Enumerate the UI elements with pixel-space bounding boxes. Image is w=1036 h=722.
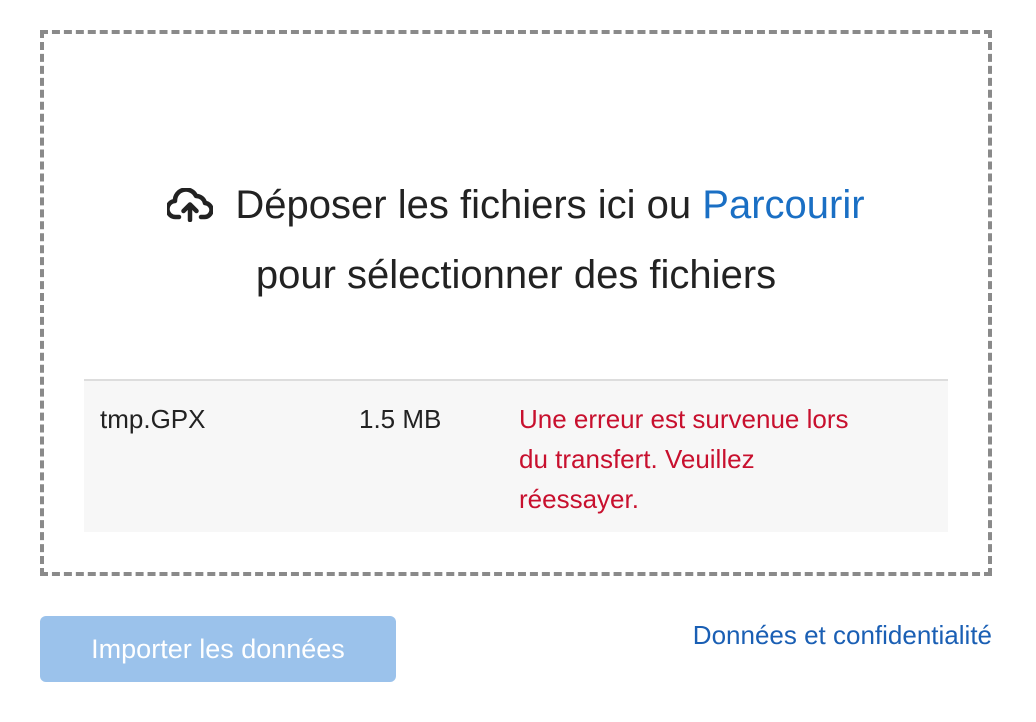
file-dropzone[interactable]: Déposer les fichiers ici ou Parcourir po…	[40, 30, 992, 576]
file-name: tmp.GPX	[100, 404, 206, 434]
file-size: 1.5 MB	[359, 404, 442, 434]
drop-instruction-text: Déposer les fichiers ici ou	[235, 183, 692, 227]
drop-message: Déposer les fichiers ici ou Parcourir po…	[44, 170, 988, 310]
browse-link[interactable]: Parcourir	[702, 183, 864, 227]
file-error-message: Une erreur est survenue lors du transfer…	[519, 404, 849, 514]
privacy-link[interactable]: Données et confidentialité	[693, 620, 992, 651]
drop-message-line1: Déposer les fichiers ici ou Parcourir	[44, 170, 988, 240]
file-row: tmp.GPX 1.5 MB Une erreur est survenue l…	[84, 379, 948, 532]
drop-message-line2: pour sélectionner des fichiers	[255, 253, 777, 297]
cloud-upload-icon	[167, 185, 214, 225]
import-data-button[interactable]: Importer les données	[40, 616, 396, 682]
